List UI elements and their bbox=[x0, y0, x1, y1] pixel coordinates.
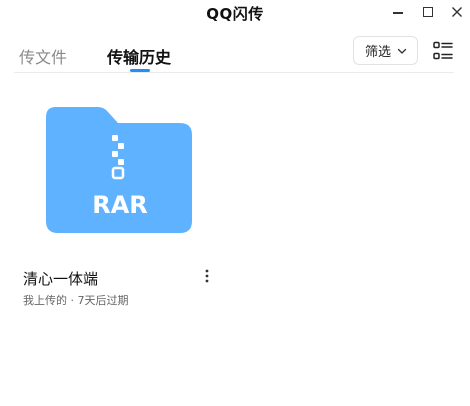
minimize-icon bbox=[393, 12, 403, 14]
close-icon bbox=[452, 7, 462, 17]
file-meta: 我上传的 · 7天后过期 bbox=[23, 294, 129, 307]
more-options-button[interactable] bbox=[201, 268, 213, 286]
maximize-icon bbox=[423, 7, 433, 17]
maximize-button[interactable] bbox=[413, 0, 443, 24]
tabs-divider bbox=[14, 72, 454, 73]
minimize-button[interactable] bbox=[383, 0, 413, 24]
chevron-down-icon bbox=[397, 46, 407, 56]
tab-transfer-history[interactable]: 传输历史 bbox=[107, 44, 171, 68]
file-name: 清心一体端 bbox=[23, 270, 99, 288]
filter-button[interactable]: 筛选 bbox=[353, 36, 418, 65]
title-bar: QQ闪传 bbox=[0, 0, 470, 26]
list-view-icon bbox=[433, 41, 453, 60]
close-button[interactable] bbox=[442, 0, 470, 24]
file-card[interactable]: RAR 清心一体端 我上传的 · 7天后过期 bbox=[19, 100, 219, 315]
rar-archive-icon: RAR bbox=[46, 107, 192, 233]
qq-transfer-window: QQ闪传 传文件 传输历史 筛选 RAR 清心一体端 我上传的 · 7天后过期 bbox=[0, 0, 470, 406]
filter-label: 筛选 bbox=[365, 45, 392, 60]
more-vertical-icon bbox=[205, 269, 209, 283]
file-type-label: RAR bbox=[92, 191, 148, 219]
view-toggle-button[interactable] bbox=[432, 40, 454, 62]
tab-send-file[interactable]: 传文件 bbox=[19, 44, 67, 68]
